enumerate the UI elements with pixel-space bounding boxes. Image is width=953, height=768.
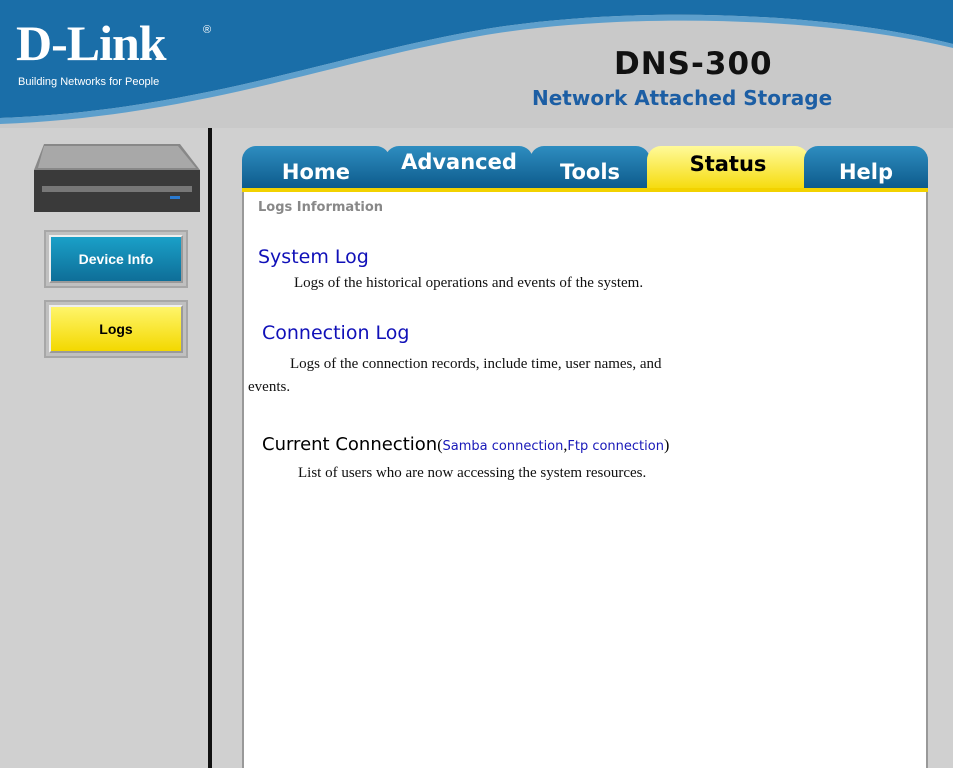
sidebar: Device Info Logs [0,128,208,768]
device-info-button[interactable]: Device Info [49,235,183,283]
model-name: DNS-300 [614,46,773,82]
product-name: Network Attached Storage [532,86,833,110]
current-connection-description: List of users who are now accessing the … [298,465,647,481]
paren-close: ) [663,437,670,454]
tab-help[interactable]: Help [804,146,928,188]
logs-button[interactable]: Logs [49,305,183,353]
device-image [34,144,200,212]
current-connection-title: Current Connection [262,434,438,455]
connection-log-description-cont: events. [248,379,291,395]
tagline: Building Networks for People [18,76,160,88]
ftp-connection-link[interactable]: Ftp connection [567,439,664,454]
main-content: Logs Information System Log Logs of the … [242,192,928,768]
current-connection-heading: Current Connection(Samba connection,Ftp … [262,434,669,455]
dlink-logo: D-Link [16,15,167,71]
tab-advanced[interactable]: Advanced [385,146,533,188]
sidebar-item-device-info[interactable]: Device Info [44,230,188,288]
registered-mark: ® [203,24,212,36]
tab-status[interactable]: Status [647,146,809,188]
breadcrumb: Logs Information [258,200,384,215]
tab-home[interactable]: Home [242,146,390,188]
header: D-Link ® Building Networks for People DN… [0,0,953,128]
tab-bar: Home Advanced Tools Status Help [242,146,928,192]
system-log-description: Logs of the historical operations and ev… [294,275,644,291]
sidebar-divider [208,128,212,768]
connection-log-description: Logs of the connection records, include … [290,356,662,372]
sidebar-item-logs[interactable]: Logs [44,300,188,358]
tab-tools[interactable]: Tools [530,146,650,188]
samba-connection-link[interactable]: Samba connection [443,439,564,454]
system-log-link[interactable]: System Log [258,246,369,268]
connection-log-link[interactable]: Connection Log [262,322,409,344]
